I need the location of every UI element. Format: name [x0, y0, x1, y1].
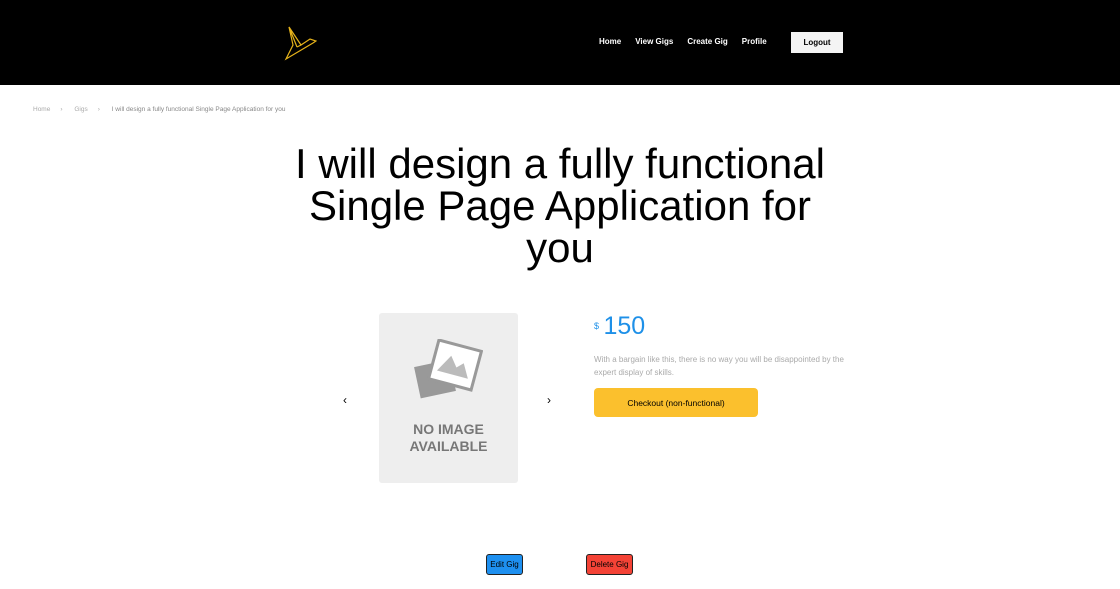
nav-home[interactable]: Home [599, 37, 621, 46]
currency-symbol: $ [594, 321, 600, 331]
gig-description: With a bargain like this, there is no wa… [594, 355, 844, 377]
breadcrumb-gigs[interactable]: Gigs [74, 106, 87, 113]
breadcrumb-separator: › [97, 106, 100, 113]
carousel-next-button[interactable]: › [547, 393, 551, 407]
bird-logo-icon[interactable] [283, 25, 317, 61]
image-placeholder-icon [414, 339, 483, 399]
logout-button[interactable]: Logout [791, 32, 843, 53]
price: $ 150 [594, 312, 645, 341]
no-image-line2: AVAILABLE [409, 438, 488, 454]
edit-gig-button[interactable]: Edit Gig [486, 554, 523, 575]
top-navbar: Home View Gigs Create Gig Profile Logout [0, 0, 1120, 85]
nav-profile[interactable]: Profile [742, 37, 767, 46]
nav-view-gigs[interactable]: View Gigs [635, 37, 673, 46]
nav-create-gig[interactable]: Create Gig [687, 37, 727, 46]
price-amount: 150 [603, 312, 646, 340]
checkout-button[interactable]: Checkout (non-functional) [594, 388, 758, 417]
no-image-text: NO IMAGE AVAILABLE [379, 421, 518, 455]
carousel-prev-button[interactable]: ‹ [343, 393, 347, 407]
delete-gig-button[interactable]: Delete Gig [586, 554, 633, 575]
breadcrumb-separator: › [60, 106, 63, 113]
no-image-line1: NO IMAGE [413, 421, 484, 437]
gig-image: NO IMAGE AVAILABLE [379, 313, 518, 483]
breadcrumb: Home › Gigs › I will design a fully functi… [33, 106, 296, 113]
page-title: I will design a fully functional Single … [295, 140, 825, 271]
breadcrumb-home[interactable]: Home [33, 106, 50, 113]
breadcrumb-current: I will design a fully functional Single … [111, 106, 286, 113]
